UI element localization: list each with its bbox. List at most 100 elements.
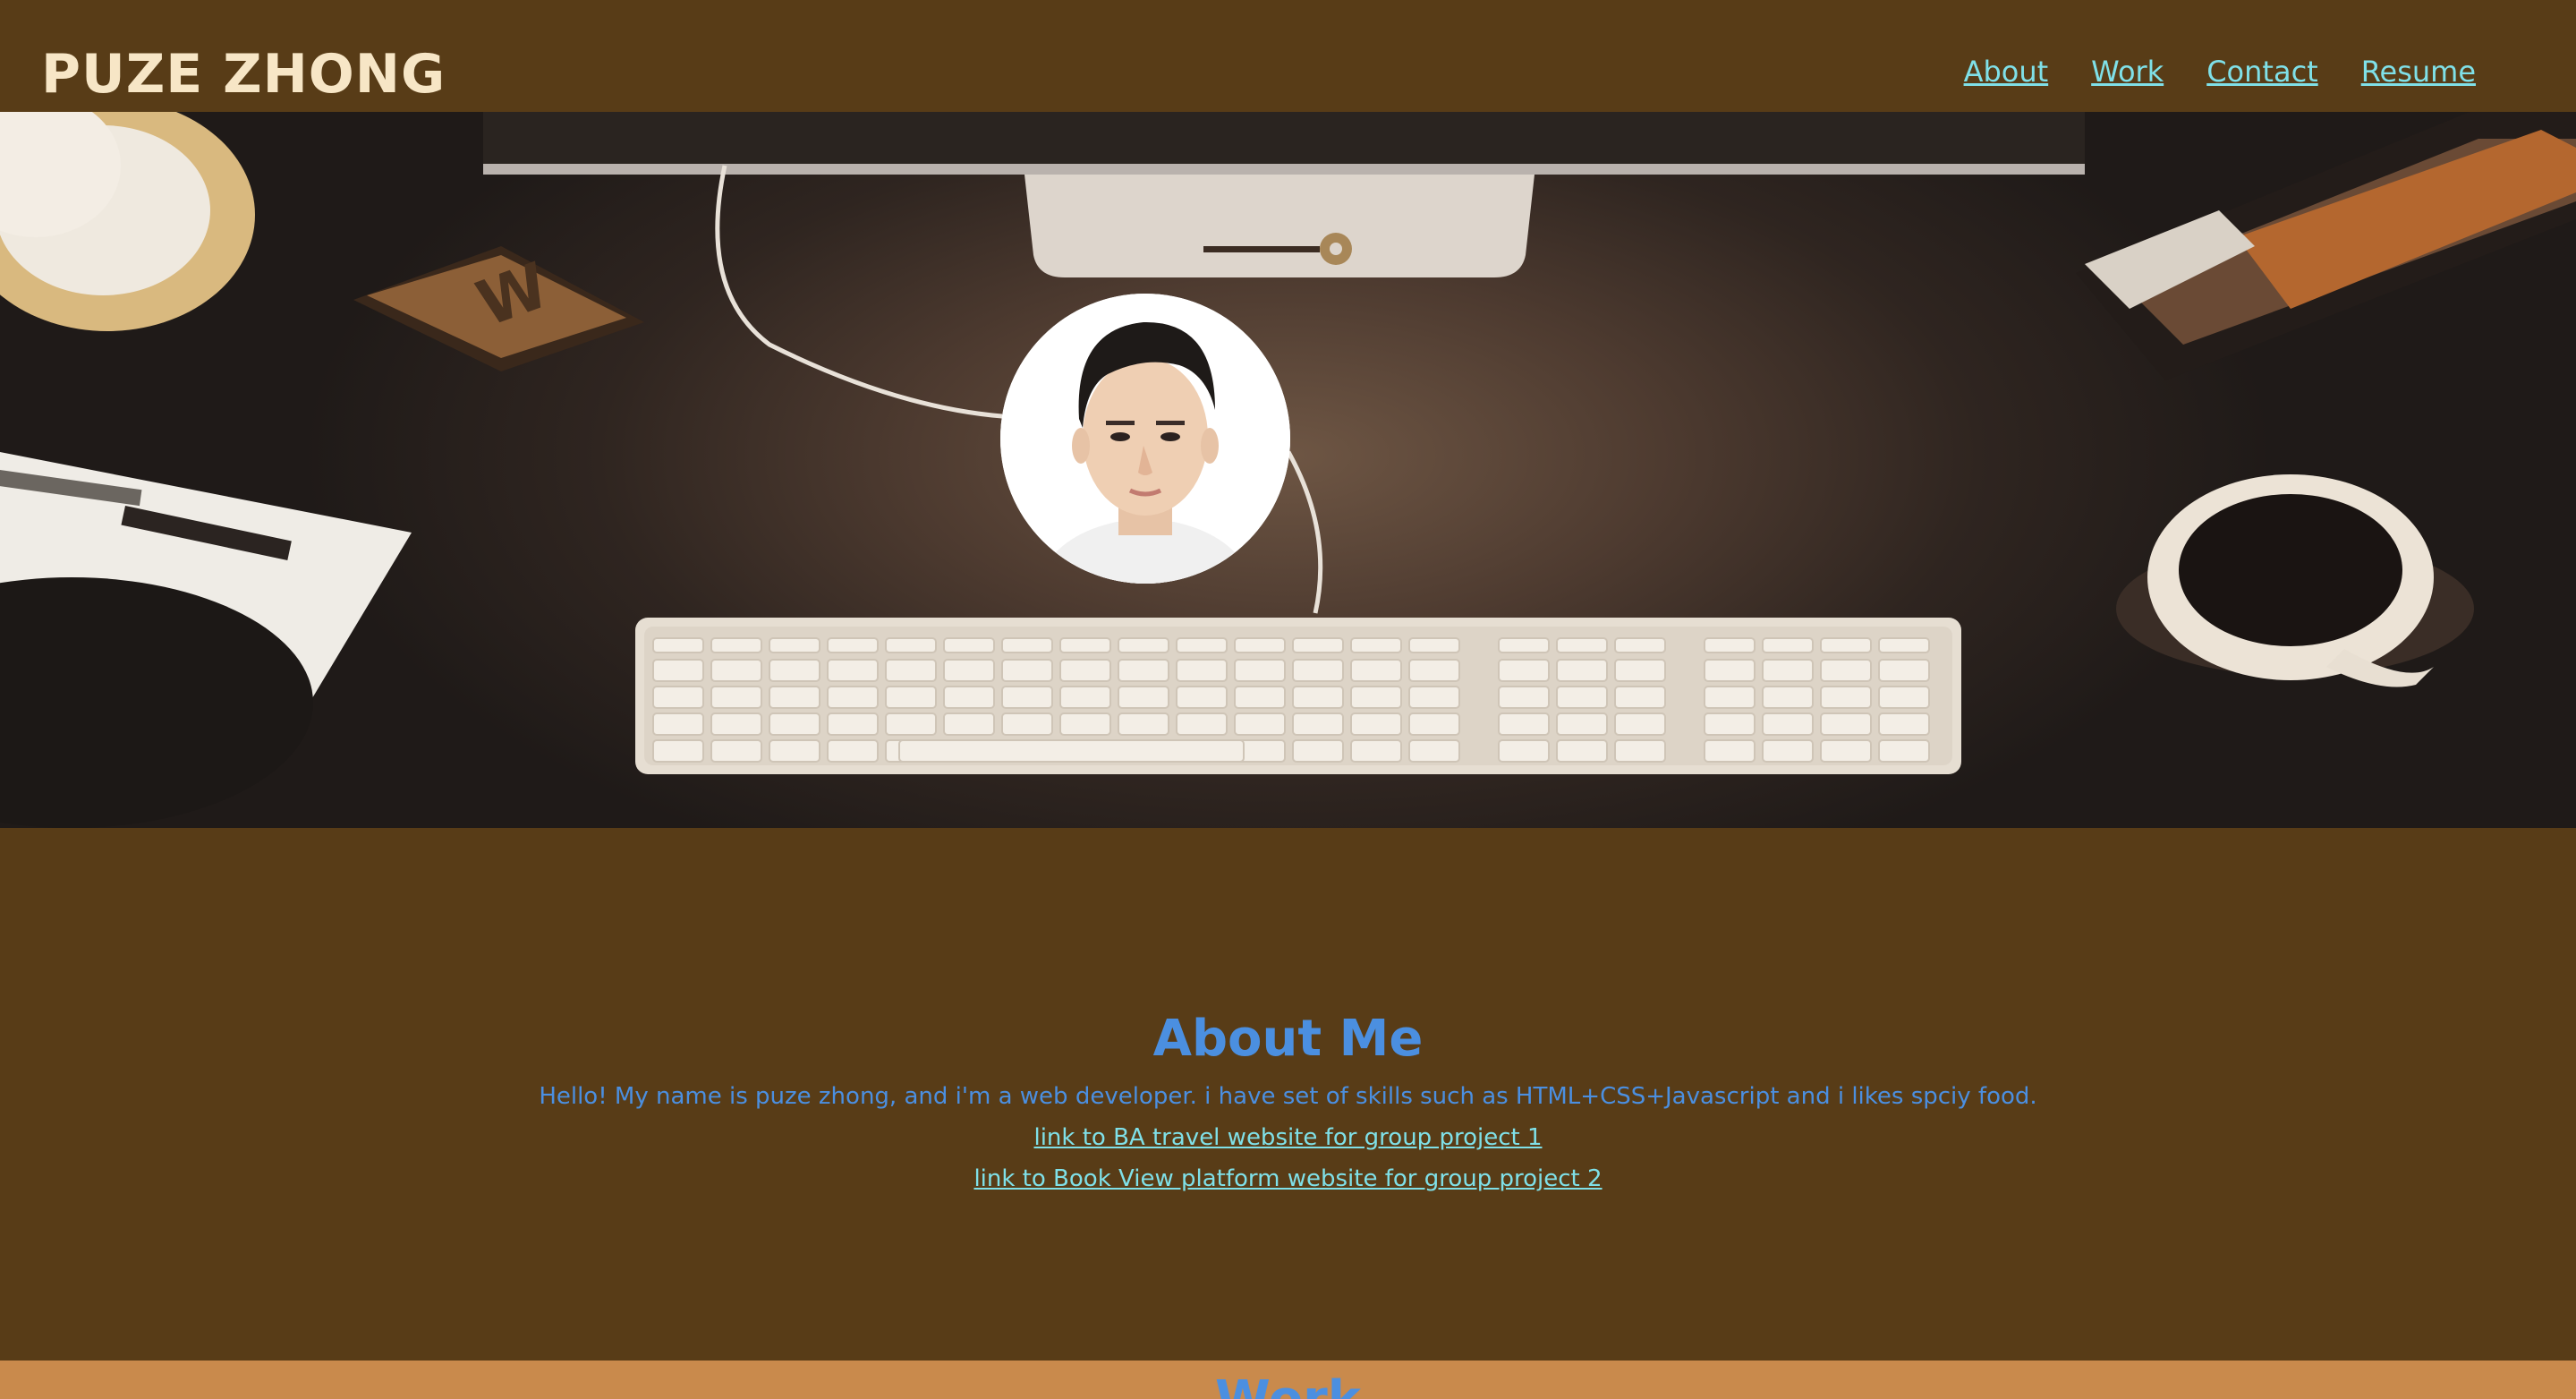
keyboard-key [1408, 739, 1460, 763]
keyboard-key [1001, 659, 1053, 682]
keyboard-key [710, 739, 762, 763]
keyboard-key [769, 686, 820, 709]
keyboard-key [1176, 637, 1228, 653]
about-section: About Me Hello! My name is puze zhong, a… [0, 828, 2576, 1361]
keyboard-key [1292, 637, 1344, 653]
monitor-cable [715, 165, 1003, 419]
keyboard-key [652, 739, 704, 763]
project-1-link[interactable]: link to BA travel website for group proj… [1033, 1124, 1542, 1151]
keyboard-key [1234, 659, 1286, 682]
keyboard-key [1118, 637, 1169, 653]
profile-avatar [1000, 294, 1290, 584]
keyboard-key [885, 637, 937, 653]
keyboard-key [827, 686, 879, 709]
keyboard-key [710, 659, 762, 682]
work-section: Work [0, 1361, 2576, 1399]
keyboard-key [1704, 739, 1756, 763]
site-brand[interactable]: PUZE ZHONG [41, 34, 446, 115]
about-heading: About Me [1152, 1010, 1424, 1068]
coffee-cup [2116, 474, 2474, 687]
keyboard-key [1820, 712, 1872, 736]
keyboard-key [1556, 659, 1608, 682]
keyboard-key [1878, 739, 1930, 763]
keyboard-key [1498, 686, 1550, 709]
nav-work-link[interactable]: Work [2091, 50, 2164, 93]
project-link-row-1: link to BA travel website for group proj… [0, 1120, 2576, 1156]
keyboard-key [1350, 637, 1402, 653]
keyboard-key [1556, 739, 1608, 763]
main-nav: About Work Contact Resume [1964, 50, 2476, 93]
keyboard-key [1878, 686, 1930, 709]
keyboard-key [1059, 659, 1111, 682]
keyboard-key [1820, 637, 1872, 653]
keyboard-key [652, 686, 704, 709]
keyboard-key [769, 637, 820, 653]
keyboard-key [1350, 686, 1402, 709]
keyboard-key [943, 637, 995, 653]
keyboard-key [1762, 712, 1814, 736]
keyboard-key [1762, 739, 1814, 763]
keyboard-key [1498, 739, 1550, 763]
keyboard-key [885, 659, 937, 682]
keyboard-key [1878, 659, 1930, 682]
keyboard-key [1498, 637, 1550, 653]
hero-banner: W [0, 112, 2576, 828]
keyboard-key [1176, 659, 1228, 682]
keyboard-key [943, 686, 995, 709]
keyboard-key [1350, 659, 1402, 682]
keyboard-key [827, 659, 879, 682]
keyboard-key [769, 739, 820, 763]
project-link-row-2: link to Book View platform website for g… [0, 1161, 2576, 1197]
keyboard-key [1059, 712, 1111, 736]
nav-resume-link[interactable]: Resume [2361, 50, 2476, 93]
nav-contact-link[interactable]: Contact [2206, 50, 2318, 93]
keyboard-spacebar [898, 739, 1245, 763]
keyboard-key [652, 637, 704, 653]
record-player [0, 452, 412, 828]
keyboard-key [1614, 659, 1666, 682]
keyboard-key [885, 712, 937, 736]
keyboard-key [1292, 686, 1344, 709]
keyboard-key [710, 637, 762, 653]
keyboard-key [1350, 739, 1402, 763]
keyboard-key [1234, 686, 1286, 709]
keyboard-key [1176, 712, 1228, 736]
keyboard-key [769, 659, 820, 682]
keyboard-key [1234, 712, 1286, 736]
keyboard-cable [1286, 450, 1323, 614]
keyboard-key [1408, 712, 1460, 736]
keyboard-key [1001, 637, 1053, 653]
keyboard-key [710, 686, 762, 709]
keyboard-key [827, 712, 879, 736]
keyboard-key [1820, 659, 1872, 682]
keyboard-key [1704, 686, 1756, 709]
keyboard-key [827, 739, 879, 763]
keyboard-key [1059, 637, 1111, 653]
keyboard-key [1234, 637, 1286, 653]
keyboard-key [1498, 659, 1550, 682]
about-paragraph: Hello! My name is puze zhong, and i'm a … [539, 1083, 2037, 1110]
monitor-body [483, 112, 2085, 164]
keyboard-key [1614, 686, 1666, 709]
keyboard-key [1292, 712, 1344, 736]
keyboard-key [1408, 686, 1460, 709]
keyboard-key [652, 712, 704, 736]
keyboard-key [1176, 686, 1228, 709]
keyboard-key [1498, 712, 1550, 736]
keyboard-key [1408, 659, 1460, 682]
nav-about-link[interactable]: About [1964, 50, 2049, 93]
cup-top-left [0, 112, 255, 331]
keyboard-key [1820, 686, 1872, 709]
project-2-link[interactable]: link to Book View platform website for g… [973, 1165, 1602, 1192]
keyboard-key [943, 712, 995, 736]
keyboard-key [1762, 637, 1814, 653]
keyboard-key [1350, 712, 1402, 736]
cassette-player [2076, 112, 2576, 380]
keyboard-key [1878, 712, 1930, 736]
wooden-letter-block: W [353, 246, 644, 371]
keyboard-key [1556, 686, 1608, 709]
keyboard-key [1059, 686, 1111, 709]
keyboard-key [1001, 686, 1053, 709]
monitor-stand [1024, 175, 1535, 277]
keyboard-key [1762, 686, 1814, 709]
